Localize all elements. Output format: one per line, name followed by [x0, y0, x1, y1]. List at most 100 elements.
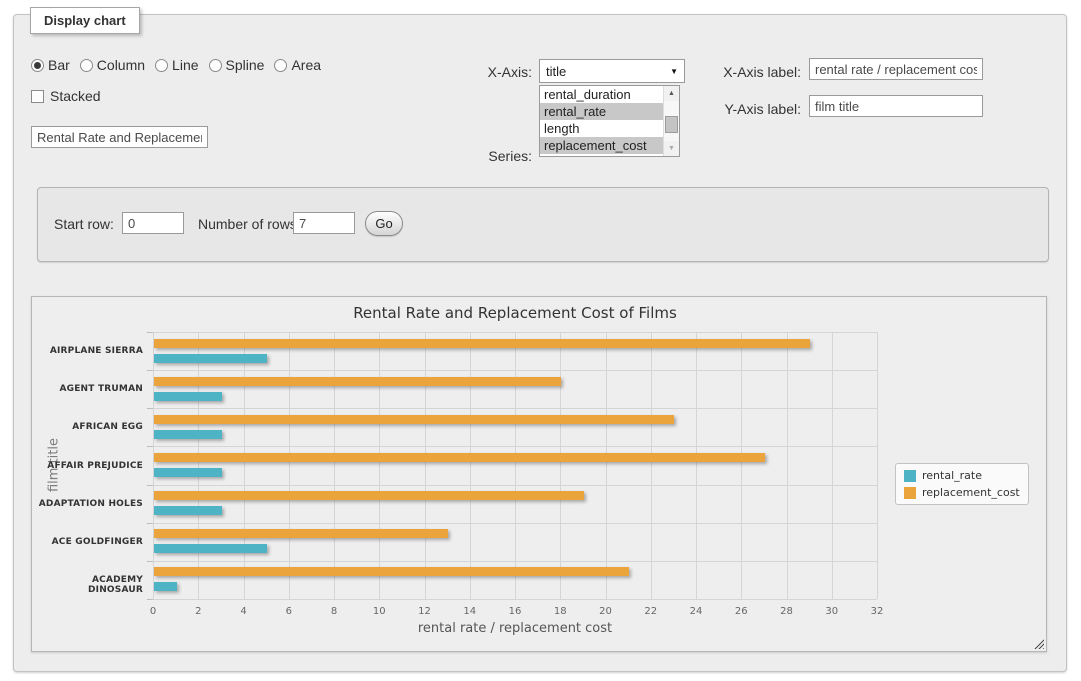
x-tick-label: 18: [554, 606, 567, 617]
radio-icon[interactable]: [155, 59, 168, 72]
start-row-label: Start row:: [54, 216, 114, 232]
bar-rental_rate-4[interactable]: [154, 506, 222, 515]
bar-replacement_cost-2[interactable]: [154, 415, 674, 424]
stacked-checkbox[interactable]: [31, 90, 44, 103]
scroll-down-icon[interactable]: ▼: [664, 141, 679, 156]
y-category-label: ACE GOLDFINGER: [38, 537, 143, 547]
x-tick-label: 26: [735, 606, 748, 617]
bar-replacement_cost-5[interactable]: [154, 529, 448, 538]
radio-icon[interactable]: [31, 59, 44, 72]
gridline-vertical: [198, 332, 199, 599]
bar-replacement_cost-4[interactable]: [154, 491, 584, 500]
bar-rental_rate-5[interactable]: [154, 544, 267, 553]
bar-replacement_cost-3[interactable]: [154, 453, 765, 462]
radio-icon[interactable]: [274, 59, 287, 72]
x-tick-label: 14: [463, 606, 476, 617]
x-axis-selected-value: title: [546, 64, 566, 79]
chart-legend: rental_rate replacement_cost: [895, 463, 1029, 505]
scrollbar-thumb[interactable]: [665, 116, 678, 133]
chart-type-option-spline[interactable]: Spline: [209, 57, 265, 73]
stacked-checkbox-row[interactable]: Stacked: [31, 88, 101, 104]
bar-rental_rate-0[interactable]: [154, 354, 267, 363]
y-axis-label-caption: Y-Axis label:: [669, 101, 801, 117]
legend-item-rental_rate[interactable]: rental_rate: [904, 469, 1020, 482]
legend-label: replacement_cost: [922, 486, 1020, 499]
bar-rental_rate-3[interactable]: [154, 468, 222, 477]
chart-type-label: Bar: [48, 57, 70, 73]
x-axis-label-input[interactable]: [809, 58, 983, 80]
resize-grip-icon[interactable]: [1033, 638, 1044, 649]
legend-swatch-icon: [904, 487, 916, 499]
x-tick-label: 4: [240, 606, 246, 617]
series-listbox[interactable]: rental_durationrental_ratelengthreplacem…: [539, 85, 680, 157]
x-tick-label: 10: [373, 606, 386, 617]
gridline-horizontal: [153, 408, 877, 409]
gridline-vertical: [470, 332, 471, 599]
radio-icon[interactable]: [80, 59, 93, 72]
x-tick-label: 6: [286, 606, 292, 617]
series-list-label: Series:: [414, 148, 532, 164]
bar-replacement_cost-6[interactable]: [154, 567, 629, 576]
gridline-vertical: [741, 332, 742, 599]
legend-label: rental_rate: [922, 469, 982, 482]
chart-type-option-column[interactable]: Column: [80, 57, 145, 73]
gridline-vertical: [515, 332, 516, 599]
y-axis-tick: [147, 332, 153, 333]
y-axis-label-input[interactable]: [809, 95, 983, 117]
x-tick-label: 32: [871, 606, 884, 617]
y-axis-tick: [147, 408, 153, 409]
bar-rental_rate-1[interactable]: [154, 392, 222, 401]
bar-replacement_cost-0[interactable]: [154, 339, 810, 348]
series-option-replacement_cost[interactable]: replacement_cost: [540, 137, 663, 154]
number-of-rows-label: Number of rows:: [198, 216, 301, 232]
gridline-vertical: [651, 332, 652, 599]
go-button[interactable]: Go: [365, 211, 403, 236]
gridline-horizontal: [153, 370, 877, 371]
bar-rental_rate-6[interactable]: [154, 582, 177, 591]
legend-item-replacement_cost[interactable]: replacement_cost: [904, 486, 1020, 499]
series-option-length[interactable]: length: [540, 120, 663, 137]
display-chart-panel: Display chart Bar Column Line Spline Are…: [13, 14, 1067, 672]
stacked-label: Stacked: [50, 88, 101, 104]
number-of-rows-input[interactable]: [293, 212, 355, 234]
start-row-input[interactable]: [122, 212, 184, 234]
gridline-vertical: [606, 332, 607, 599]
series-option-rental_rate[interactable]: rental_rate: [540, 103, 663, 120]
chart-type-option-area[interactable]: Area: [274, 57, 321, 73]
gridline-vertical: [153, 332, 154, 599]
gridline-vertical: [560, 332, 561, 599]
y-axis-tick: [147, 446, 153, 447]
y-category-label: ADAPTATION HOLES: [38, 499, 143, 509]
gridline-vertical: [696, 332, 697, 599]
scroll-up-icon[interactable]: ▲: [664, 86, 679, 101]
x-axis-title: rental rate / replacement cost: [153, 621, 877, 636]
chart-type-label: Area: [291, 57, 321, 73]
series-option-rental_duration[interactable]: rental_duration: [540, 86, 663, 103]
chart-type-option-bar[interactable]: Bar: [31, 57, 70, 73]
x-tick-label: 22: [644, 606, 657, 617]
chart-title: Rental Rate and Replacement Cost of Film…: [153, 304, 877, 322]
x-axis-select[interactable]: title ▼: [539, 59, 685, 83]
gridline-horizontal: [153, 446, 877, 447]
radio-icon[interactable]: [209, 59, 222, 72]
y-category-label: AIRPLANE SIERRA: [38, 346, 143, 356]
bar-replacement_cost-1[interactable]: [154, 377, 561, 386]
rows-panel: Start row: Number of rows: Go: [37, 187, 1049, 262]
gridline-horizontal: [153, 599, 877, 600]
series-scrollbar[interactable]: ▲ ▼: [663, 86, 679, 156]
gridline-vertical: [787, 332, 788, 599]
gridline-vertical: [244, 332, 245, 599]
x-tick-label: 12: [418, 606, 431, 617]
x-axis-label-caption: X-Axis label:: [669, 64, 801, 80]
chart-title-input[interactable]: [31, 126, 208, 148]
x-tick-label: 28: [780, 606, 793, 617]
y-axis-tick: [147, 523, 153, 524]
bar-rental_rate-2[interactable]: [154, 430, 222, 439]
panel-title: Display chart: [30, 7, 140, 34]
gridline-vertical: [289, 332, 290, 599]
x-tick-label: 20: [599, 606, 612, 617]
chart-type-option-line[interactable]: Line: [155, 57, 198, 73]
chart: Rental Rate and Replacement Cost of Film…: [31, 296, 1047, 652]
y-category-label: AGENT TRUMAN: [38, 384, 143, 394]
series-options: rental_durationrental_ratelengthreplacem…: [540, 86, 663, 156]
